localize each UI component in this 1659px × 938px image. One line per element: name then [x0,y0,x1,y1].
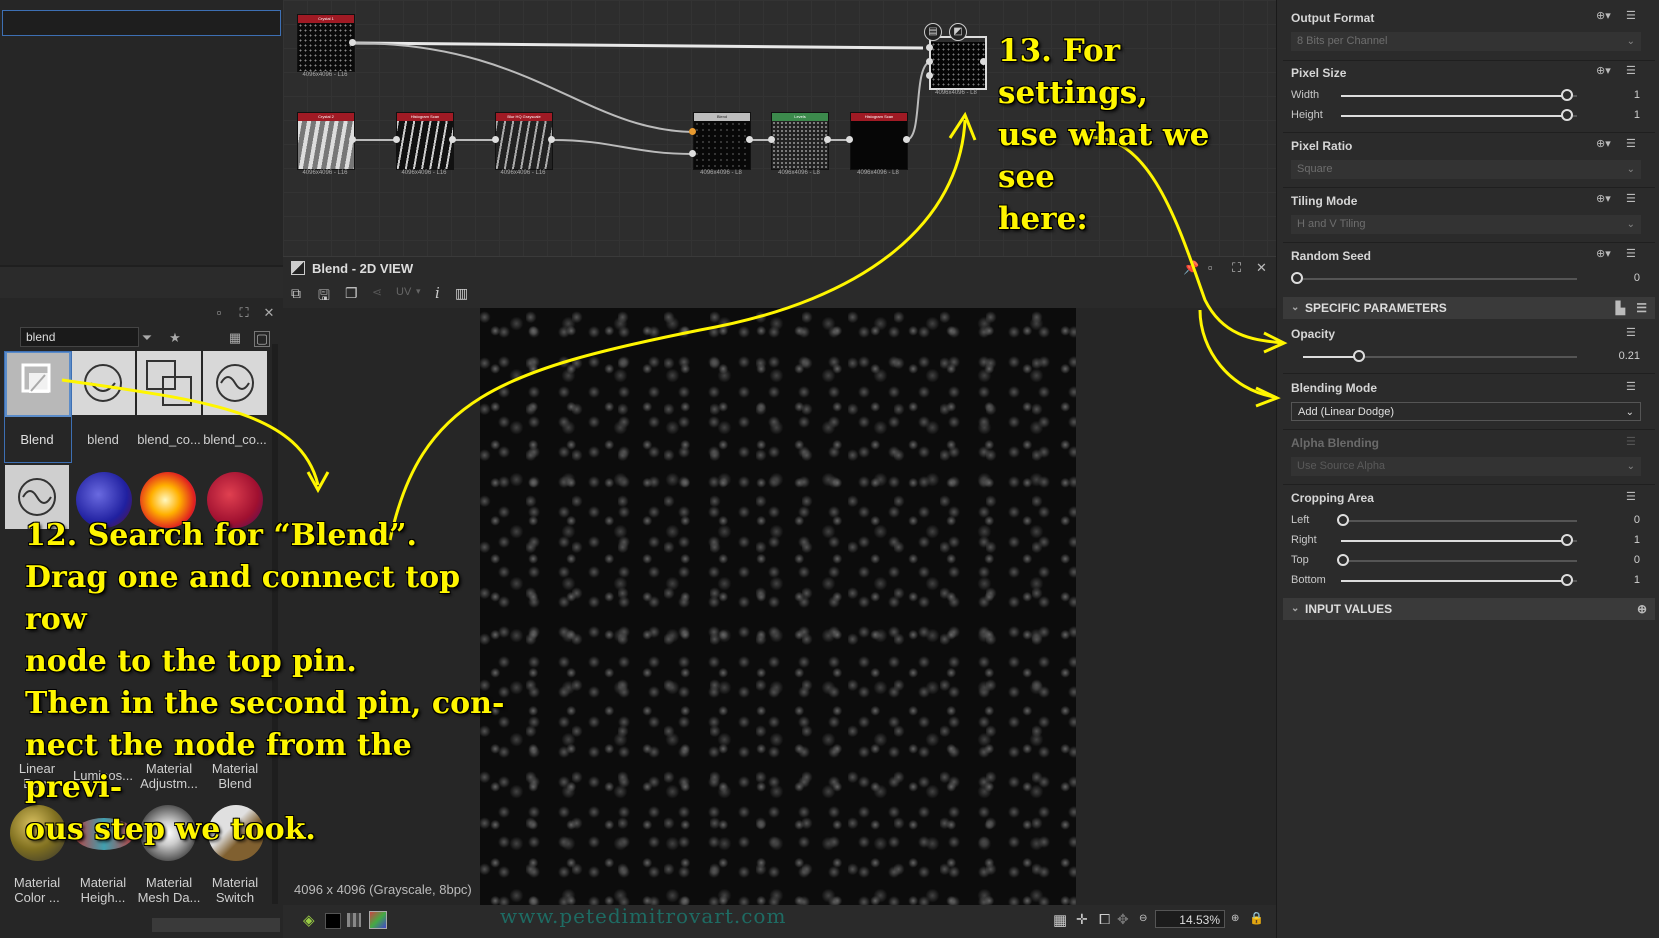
annotation-line: ous step we took. [25,812,316,847]
annotation-line: 13. For settings, [998,33,1149,111]
annotation-line: nect the node from the previ- [25,728,412,805]
annotation-line: node to the top pin. [25,644,357,679]
annotation-line: use what we see [998,117,1210,195]
step-13-annotation: 13. For settings, use what we see here: [998,30,1268,240]
watermark: www.petedimitrovart.com [500,904,787,928]
annotation-line: Drag one and connect top row [25,560,461,637]
annotation-line: here: [998,201,1088,237]
step-12-annotation: 12. Search for “Blend”. Drag one and con… [25,515,515,851]
annotation-line: Then in the second pin, con- [25,686,505,721]
annotation-line: 12. Search for “Blend”. [25,518,417,553]
